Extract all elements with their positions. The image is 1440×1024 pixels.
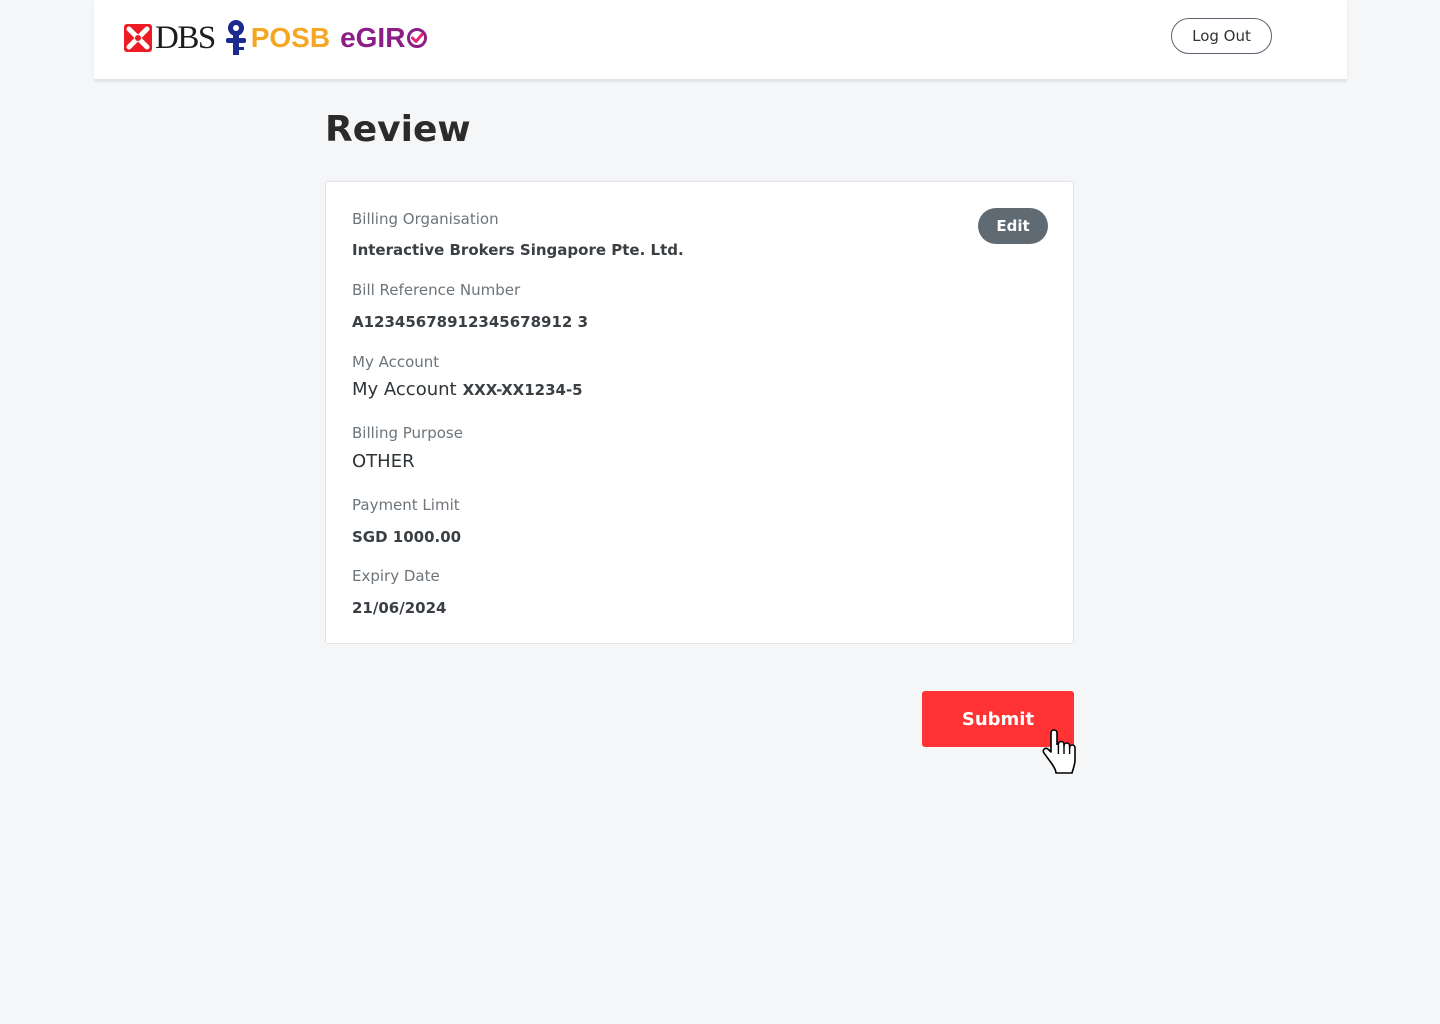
expiry-date-label: Expiry Date <box>352 567 440 585</box>
dbs-logo-text: DBS <box>155 19 216 56</box>
my-account-label: My Account <box>352 353 440 371</box>
check-circle-icon <box>407 28 428 48</box>
bill-reference-label: Bill Reference Number <box>352 281 521 299</box>
hand-pointer-icon <box>1042 729 1076 774</box>
dbs-logo-icon <box>124 24 152 52</box>
review-details-card: Edit Billing Organisation Interactive Br… <box>325 181 1074 644</box>
logout-button[interactable]: Log Out <box>1171 18 1272 54</box>
top-navigation-bar: DBS POSB eGIR Log Out <box>94 0 1347 80</box>
egiro-logo-text: eGIR <box>340 22 406 53</box>
posb-keyhole-icon <box>225 20 246 55</box>
payment-limit-label: Payment Limit <box>352 496 460 514</box>
my-account-number: XXX-XX1234-5 <box>462 381 583 399</box>
billing-organisation-value: Interactive Brokers Singapore Pte. Ltd. <box>352 241 684 259</box>
payment-limit-value: SGD 1000.00 <box>352 528 462 546</box>
my-account-value: My Account XXX-XX1234-5 <box>352 378 583 402</box>
page-title: Review <box>325 109 471 150</box>
my-account-name: My Account <box>352 379 457 400</box>
bill-reference-value: A12345678912345678912 3 <box>352 313 589 331</box>
edit-button[interactable]: Edit <box>978 208 1048 244</box>
billing-purpose-label: Billing Purpose <box>352 424 463 442</box>
posb-logo-text: POSB <box>250 22 331 53</box>
expiry-date-value: 21/06/2024 <box>352 599 447 617</box>
dbs-posb-egiro-logo: DBS POSB eGIR <box>124 18 428 58</box>
billing-organisation-label: Billing Organisation <box>352 210 499 228</box>
billing-purpose-value: OTHER <box>352 451 415 472</box>
